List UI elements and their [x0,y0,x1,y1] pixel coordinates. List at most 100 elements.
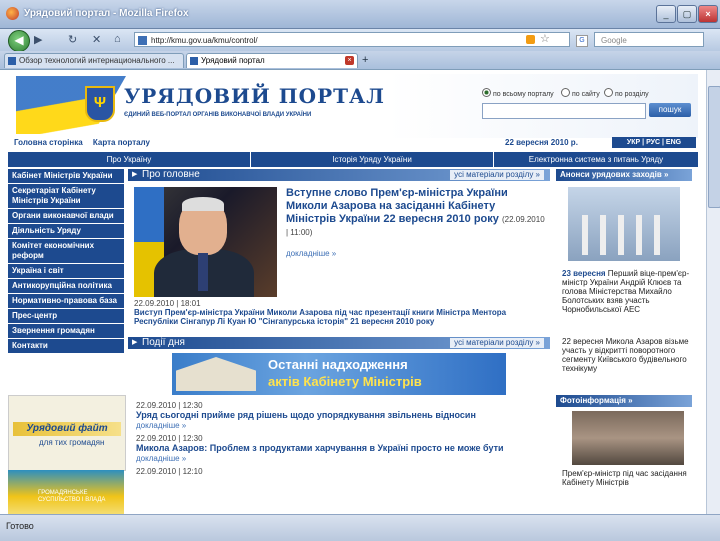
radio-label: по сайту [572,91,600,98]
uryad-fajt-banner[interactable]: Урядовий файт для тих громадян [8,395,126,471]
nav-about-ukraine[interactable]: Про Україну [8,152,251,167]
tab-strip: Обзор технологий интернационального ... … [0,51,720,70]
scope-radio-portal[interactable]: по всьому порталу [482,88,554,98]
government-building-image[interactable] [568,187,680,261]
site-search-input[interactable] [482,103,646,119]
lead-more-link[interactable]: докладніше » [286,249,336,258]
menu-reforms-committee[interactable]: Комітет економічних реформ [8,239,124,264]
cabinet-meeting-photo[interactable] [572,411,684,465]
column-graphic [654,215,660,255]
lead-headline[interactable]: Вступне слово Прем'єр-міністра України М… [286,187,546,239]
last-arrivals-banner[interactable]: Останні надходження актів Кабінету Мініс… [172,353,506,395]
menu-legal-base[interactable]: Нормативно-правова база [8,294,124,309]
forward-button[interactable]: ▶ [34,33,42,46]
reload-icon[interactable]: ↻ [68,33,77,46]
nav-government-history[interactable]: Історія Уряду України [251,152,494,167]
tab-favicon-icon [8,57,16,65]
maximize-button[interactable]: ▢ [677,5,697,23]
main-navigation: Про Україну Історія Уряду України Електр… [8,152,698,167]
news-item: 22.09.2010 | 12:30 Микола Азаров: Пробле… [136,434,548,463]
minimize-button[interactable]: _ [656,5,676,23]
news-date: 22.09.2010 | 12:10 [136,467,203,476]
announcement-text: 22 вересня Микола Азаров візьме участь у… [562,337,689,373]
menu-contacts[interactable]: Контакти [8,339,124,354]
section-title: Про головне [142,169,200,180]
radio-icon [561,88,570,97]
language-switcher[interactable]: УКР | РУС | ENG [612,137,696,148]
close-button[interactable]: × [698,5,718,23]
all-materials-link[interactable]: усі матеріали розділу » [450,338,544,348]
lead-title: Вступне слово Прем'єр-міністра України М… [286,187,508,225]
menu-secretariat[interactable]: Секретаріат Кабінету Міністрів України [8,184,124,209]
news-more-link[interactable]: докладніше » [136,454,548,463]
address-bar[interactable]: http://kmu.gov.ua/kmu/control/ [134,32,570,47]
photo-info-header[interactable]: Фотоінформація » [556,395,692,407]
window-titlebar: Урядовий портал - Mozilla Firefox _ ▢ × [0,0,720,29]
announcements-header[interactable]: Анонси урядових заходів » [556,169,692,181]
navigation-toolbar: ◀ ▶ ↻ ✕ ⌂ http://kmu.gov.ua/kmu/control/… [0,29,720,52]
scope-radio-section[interactable]: по розділу [604,88,649,98]
news-more-link[interactable]: докладніше » [136,421,548,430]
menu-ukraine-world[interactable]: Україна і світ [8,264,124,279]
nav-electronic-system[interactable]: Електронна система з питань Уряду [494,152,698,167]
main-content: ▶ Про головне усі матеріали розділу » Вс… [128,169,550,476]
premier-photo[interactable] [134,187,277,297]
menu-press-center[interactable]: Прес-центр [8,309,124,324]
banner-line1: Останні надходження [268,357,408,372]
government-building-graphic [176,357,256,391]
new-tab-button[interactable]: + [362,54,368,66]
current-date: 22 вересня 2010 р. [505,138,578,147]
site-map-link[interactable]: Карта порталу [93,138,150,147]
status-bar: Готово [0,514,720,541]
column-graphic [636,215,642,255]
back-button[interactable]: ◀ [8,30,30,52]
civil-society-banner[interactable]: ГРОМАДЯНСЬКЕ СУСПІЛЬСТВО І ВЛАДА [8,470,124,514]
photo-date: 22.09.2010 | 18:01 [134,299,201,308]
site-search-button[interactable]: пошук [649,103,691,117]
announcement-date: 23 вересня [562,269,606,278]
rss-icon[interactable] [526,35,535,44]
home-icon[interactable]: ⌂ [114,33,121,45]
site-header: Ψ УРЯДОВИЙ ПОРТАЛ ЄДИНИЙ ВЕБ-ПОРТАЛ ОРГА… [8,74,698,138]
banner-title: Урядовий файт [13,422,121,436]
left-menu: Кабінет Міністрів України Секретаріат Ка… [8,169,124,354]
browser-search-input[interactable]: Google [594,32,704,47]
radio-selected-icon [482,88,491,97]
home-page-link[interactable]: Головна сторінка [14,138,83,147]
announcement-item[interactable]: 23 вересня Перший віце-прем'єр-міністр У… [562,269,690,314]
photo-caption-link[interactable]: Виступ Прем'єр-міністра України Миколи А… [134,308,550,326]
tab-obzor[interactable]: Обзор технологий интернационального ... [4,53,184,68]
news-title-link[interactable]: Микола Азаров: Проблем з продуктами харч… [136,443,548,454]
announcement-item[interactable]: 22 вересня Микола Азаров візьме участь у… [562,337,690,373]
menu-executive-bodies[interactable]: Органи виконавчої влади [8,209,124,224]
stop-icon[interactable]: ✕ [92,33,101,46]
photo-hair [182,197,224,211]
bookmark-star-icon[interactable]: ☆ [540,32,550,45]
section-arrow-icon: ▶ [132,339,138,346]
scrollbar-thumb[interactable] [708,86,720,208]
vertical-scrollbar[interactable] [706,70,720,514]
google-icon[interactable]: G [576,35,588,47]
banner-line2: актів Кабінету Міністрів [268,374,422,389]
menu-anticorruption[interactable]: Антикорупційна політика [8,279,124,294]
site-subtitle: ЄДИНИЙ ВЕБ-ПОРТАЛ ОРГАНІВ ВИКОНАВЧОЇ ВЛА… [124,112,312,118]
all-materials-link[interactable]: усі матеріали розділу » [450,170,544,180]
photo-caption-link[interactable]: Прем'єр-міністр під час засідання Кабіне… [562,469,690,487]
tab-label: Урядовий портал [201,56,265,65]
radio-label: по всьому порталу [493,91,554,98]
news-title-link[interactable]: Уряд сьогодні прийме ряд рішень щодо упо… [136,410,548,421]
radio-icon [604,88,613,97]
news-item: 22.09.2010 | 12:30 Уряд сьогодні прийме … [136,401,548,430]
tab-favicon-icon [190,57,198,65]
menu-cabinet[interactable]: Кабінет Міністрів України [8,169,124,184]
tab-uryadovyi-portal[interactable]: Урядовий портал × [186,53,358,68]
menu-government-activity[interactable]: Діяльність Уряду [8,224,124,239]
menu-citizen-appeals[interactable]: Звернення громадян [8,324,124,339]
site-title: УРЯДОВИЙ ПОРТАЛ [124,84,385,108]
column-graphic [582,215,588,255]
scope-radio-site[interactable]: по сайту [561,88,600,98]
news-date: 22.09.2010 | 12:30 [136,434,203,443]
close-tab-icon[interactable]: × [345,56,354,65]
radio-label: по розділу [615,91,649,98]
events-section-header: ▶ Події дня усі матеріали розділу » [128,337,550,349]
